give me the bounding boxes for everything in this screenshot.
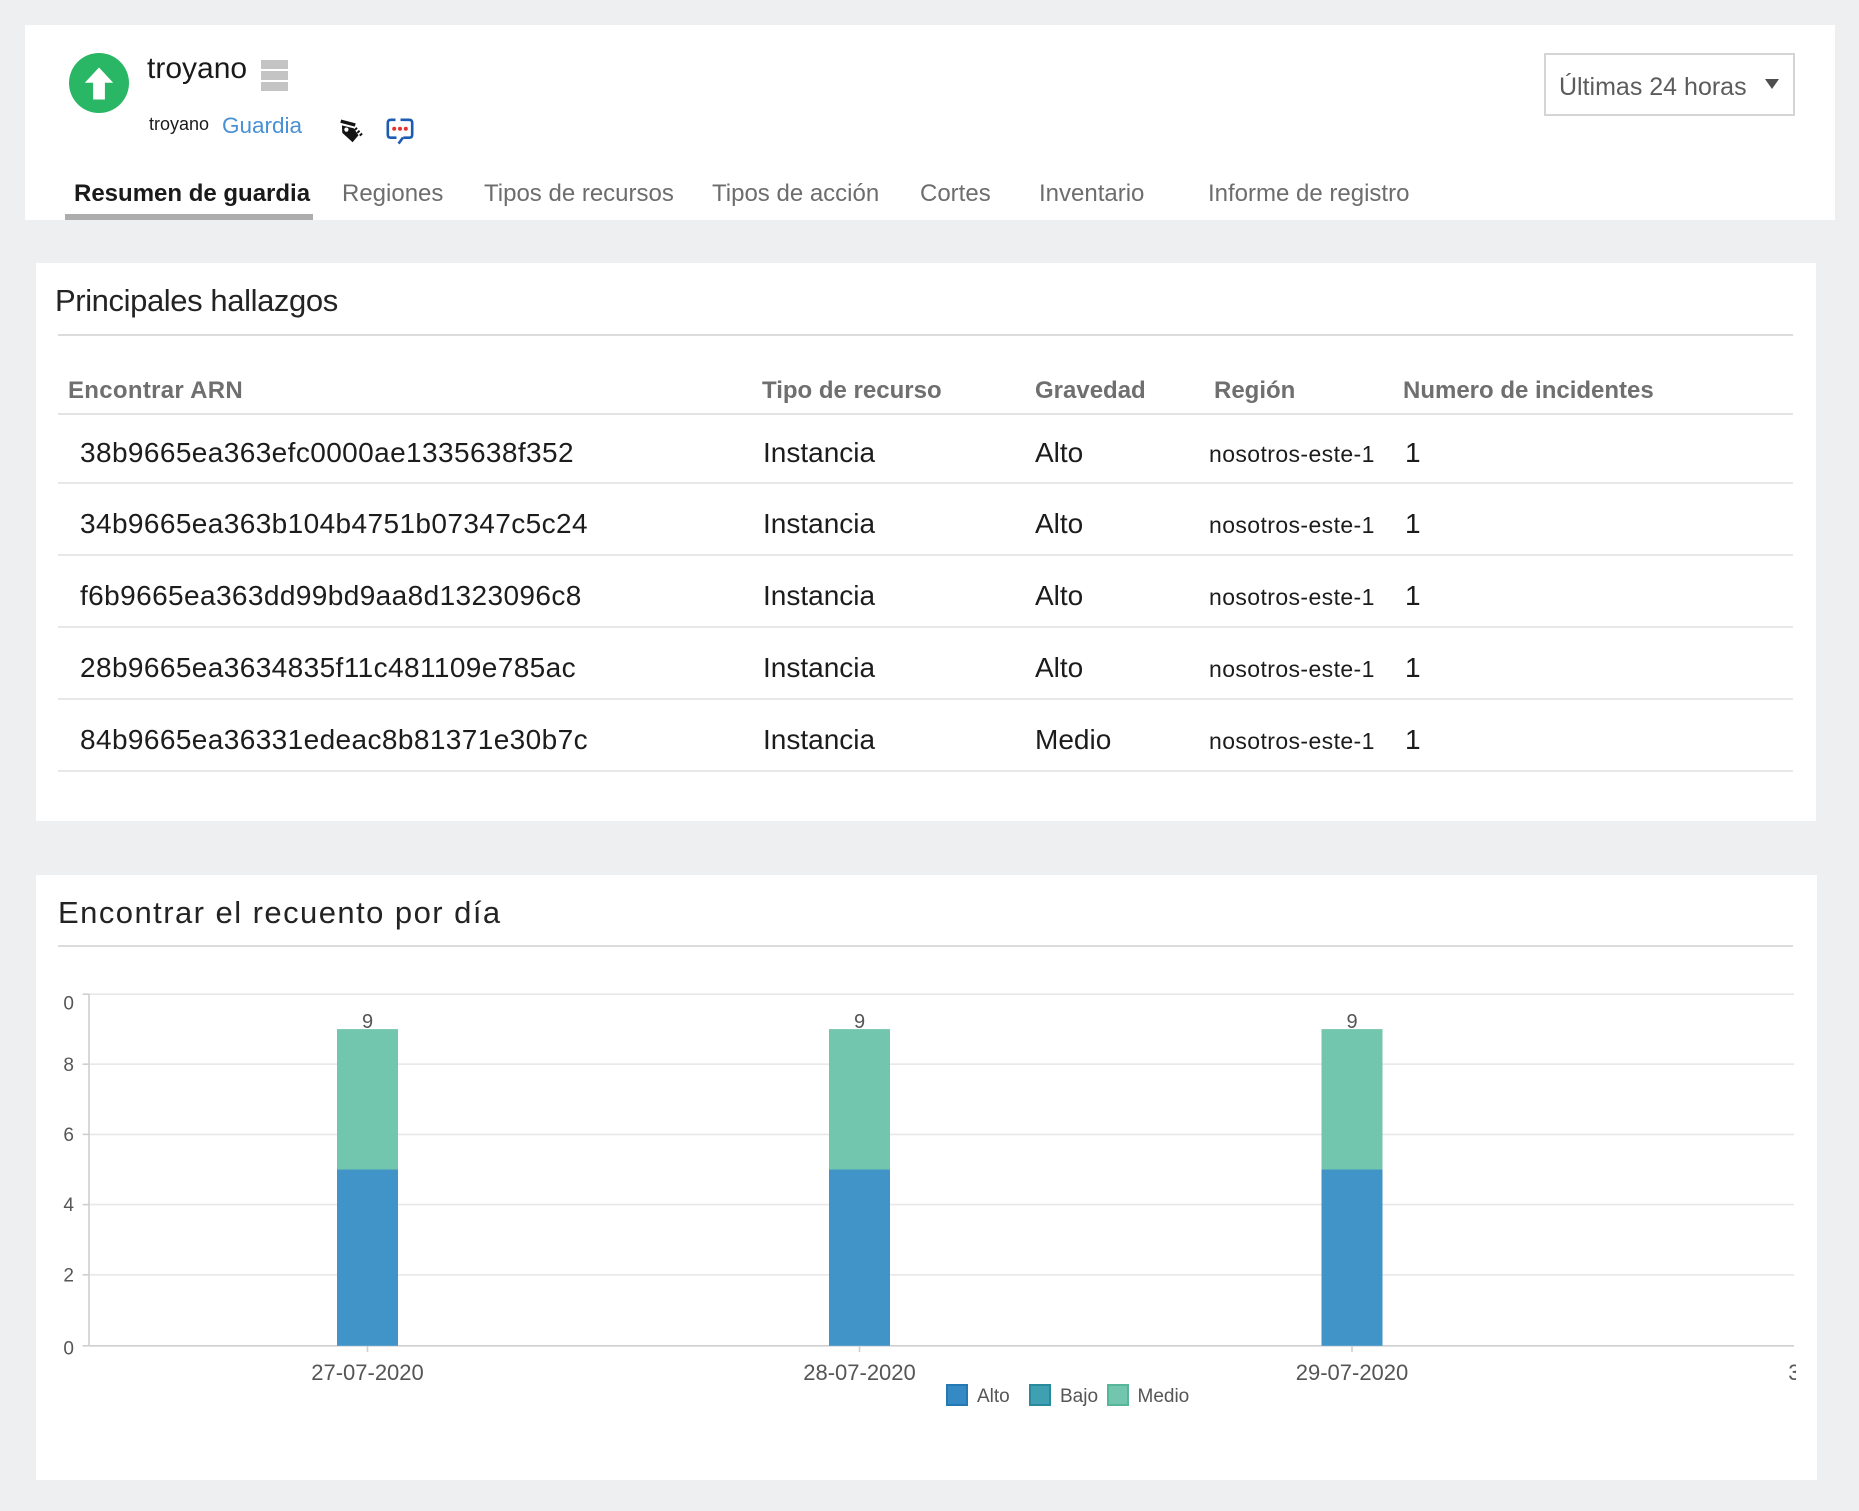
- svg-text:Medio: Medio: [1138, 1386, 1190, 1407]
- svg-text:28-07-2020: 28-07-2020: [803, 1360, 916, 1385]
- svg-text:30-07-2020: 30-07-2020: [1788, 1360, 1859, 1385]
- svg-text:8: 8: [63, 1055, 74, 1076]
- svg-text:9: 9: [1346, 1011, 1357, 1033]
- svg-text:0: 0: [63, 994, 74, 1015]
- svg-text:6: 6: [63, 1125, 74, 1146]
- svg-text:9: 9: [854, 1011, 865, 1033]
- svg-text:Alto: Alto: [977, 1386, 1010, 1407]
- svg-text:2: 2: [63, 1265, 74, 1286]
- svg-text:0: 0: [63, 1338, 74, 1359]
- svg-text:27-07-2020: 27-07-2020: [311, 1360, 424, 1385]
- svg-text:4: 4: [63, 1195, 74, 1216]
- svg-text:9: 9: [362, 1011, 373, 1033]
- svg-text:Bajo: Bajo: [1060, 1386, 1098, 1407]
- svg-text:29-07-2020: 29-07-2020: [1296, 1360, 1409, 1385]
